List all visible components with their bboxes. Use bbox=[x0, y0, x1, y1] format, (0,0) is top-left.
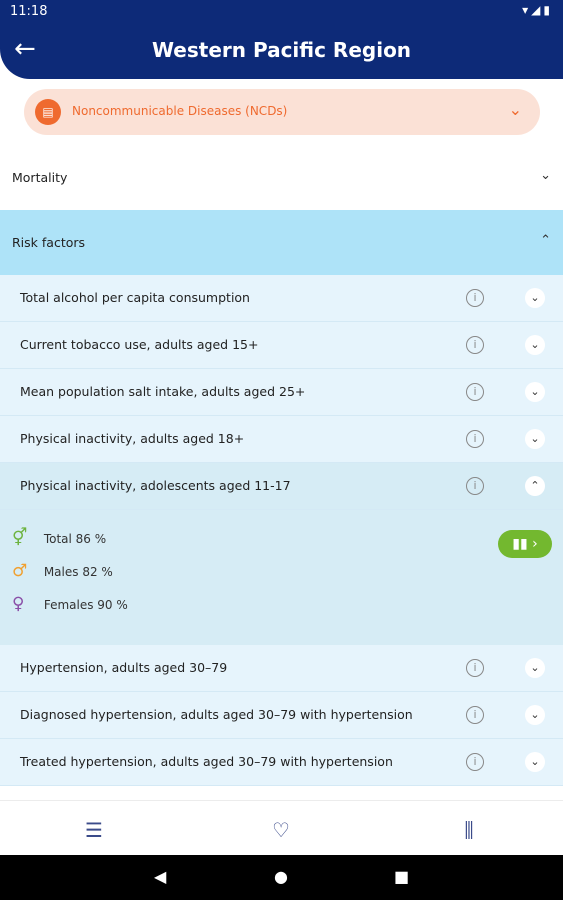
section-label: Risk factors bbox=[12, 235, 86, 250]
system-nav-bar: ◀ ● ■ bbox=[0, 855, 563, 900]
indicator-row[interactable]: Current tobacco use, adults aged 15+ i ⌄ bbox=[0, 322, 563, 369]
stat-males: ♂ Males 82 % bbox=[12, 561, 113, 581]
status-time: 11:18 bbox=[10, 4, 48, 19]
system-home-icon[interactable]: ● bbox=[274, 867, 288, 886]
section-mortality[interactable]: Mortality ⌄ bbox=[0, 145, 563, 210]
stat-total: ⚥ Total 86 % bbox=[12, 528, 106, 548]
document-icon: ▤ bbox=[35, 99, 61, 125]
male-icon: ♂ bbox=[12, 561, 28, 581]
system-back-icon[interactable]: ◀ bbox=[154, 867, 166, 886]
chevron-down-icon: ⌄ bbox=[540, 168, 551, 183]
system-recent-icon[interactable]: ■ bbox=[394, 867, 409, 886]
chevron-up-icon: ⌃ bbox=[540, 233, 551, 248]
indicator-row[interactable]: Total alcohol per capita consumption i ⌄ bbox=[0, 275, 563, 322]
female-icon: ♀ bbox=[12, 594, 25, 614]
indicator-label: Mean population salt intake, adults aged… bbox=[20, 384, 306, 399]
expand-icon[interactable]: ⌄ bbox=[525, 382, 545, 402]
app-header: 11:18 ▾◢▮ ← Western Pacific Region bbox=[0, 0, 563, 79]
stat-total-text: Total 86 % bbox=[43, 532, 107, 546]
expand-icon[interactable]: ⌄ bbox=[525, 705, 545, 725]
favorite-icon[interactable]: ♡ bbox=[269, 818, 293, 842]
info-icon[interactable]: i bbox=[466, 383, 484, 401]
indicator-row[interactable]: Mean population salt intake, adults aged… bbox=[0, 369, 563, 416]
indicator-row[interactable]: Treated hypertension, adults aged 30–79 … bbox=[0, 739, 563, 786]
indicator-row[interactable]: Diagnosed hypertension, adults aged 30–7… bbox=[0, 692, 563, 739]
indicator-label: Physical inactivity, adolescents aged 11… bbox=[20, 478, 291, 493]
status-bar: 11:18 ▾◢▮ bbox=[0, 0, 563, 24]
gender-total-icon: ⚥ bbox=[12, 528, 28, 548]
section-label: Mortality bbox=[12, 170, 68, 185]
expand-icon[interactable]: ⌄ bbox=[525, 752, 545, 772]
info-icon[interactable]: i bbox=[466, 477, 484, 495]
indicator-label: Physical inactivity, adults aged 18+ bbox=[20, 431, 245, 446]
category-label: Noncommunicable Diseases (NCDs) bbox=[72, 104, 288, 118]
expand-icon[interactable]: ⌄ bbox=[525, 658, 545, 678]
library-icon[interactable]: ⫼ bbox=[457, 818, 481, 842]
info-icon[interactable]: i bbox=[466, 706, 484, 724]
stat-females: ♀ Females 90 % bbox=[12, 594, 128, 614]
bottom-nav: ☰ ♡ ⫼ bbox=[0, 800, 563, 855]
indicator-label: Diagnosed hypertension, adults aged 30–7… bbox=[20, 707, 413, 722]
stat-males-text: Males 82 % bbox=[43, 565, 113, 579]
category-dropdown[interactable]: ▤ Noncommunicable Diseases (NCDs) ⌄ bbox=[24, 89, 540, 135]
indicator-detail: ⚥ Total 86 % ♂ Males 82 % ♀ Females 90 %… bbox=[0, 510, 563, 645]
collapse-icon[interactable]: ⌃ bbox=[525, 476, 545, 496]
indicator-row[interactable]: Hypertension, adults aged 30–79 i ⌄ bbox=[0, 645, 563, 692]
menu-icon[interactable]: ☰ bbox=[82, 818, 106, 842]
page-title: Western Pacific Region bbox=[151, 38, 412, 62]
chart-button[interactable]: ▮▮ › bbox=[498, 530, 552, 558]
indicator-label: Hypertension, adults aged 30–79 bbox=[20, 660, 228, 675]
info-icon[interactable]: i bbox=[466, 659, 484, 677]
indicator-label: Current tobacco use, adults aged 15+ bbox=[20, 337, 259, 352]
expand-icon[interactable]: ⌄ bbox=[525, 429, 545, 449]
status-icons: ▾◢▮ bbox=[522, 3, 553, 17]
indicator-row-expanded[interactable]: Physical inactivity, adolescents aged 11… bbox=[0, 463, 563, 510]
indicator-label: Treated hypertension, adults aged 30–79 … bbox=[20, 754, 393, 769]
info-icon[interactable]: i bbox=[466, 336, 484, 354]
stat-females-text: Females 90 % bbox=[43, 598, 128, 612]
section-risk-factors[interactable]: Risk factors ⌃ bbox=[0, 210, 563, 275]
info-icon[interactable]: i bbox=[466, 753, 484, 771]
indicator-label: Total alcohol per capita consumption bbox=[20, 290, 250, 305]
expand-icon[interactable]: ⌄ bbox=[525, 288, 545, 308]
expand-icon[interactable]: ⌄ bbox=[525, 335, 545, 355]
info-icon[interactable]: i bbox=[466, 289, 484, 307]
chevron-down-icon: ⌄ bbox=[508, 100, 522, 119]
info-icon[interactable]: i bbox=[466, 430, 484, 448]
indicator-row[interactable]: Physical inactivity, adults aged 18+ i ⌄ bbox=[0, 416, 563, 463]
